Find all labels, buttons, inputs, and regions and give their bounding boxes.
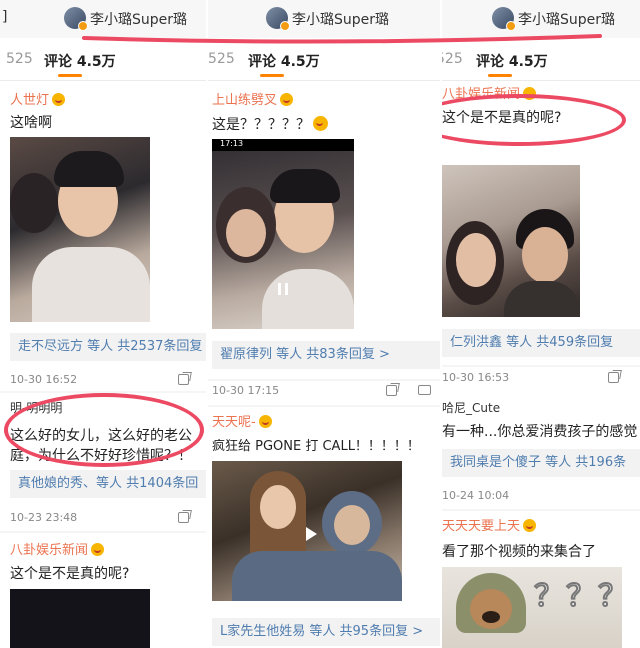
highlight-underline <box>82 34 602 44</box>
